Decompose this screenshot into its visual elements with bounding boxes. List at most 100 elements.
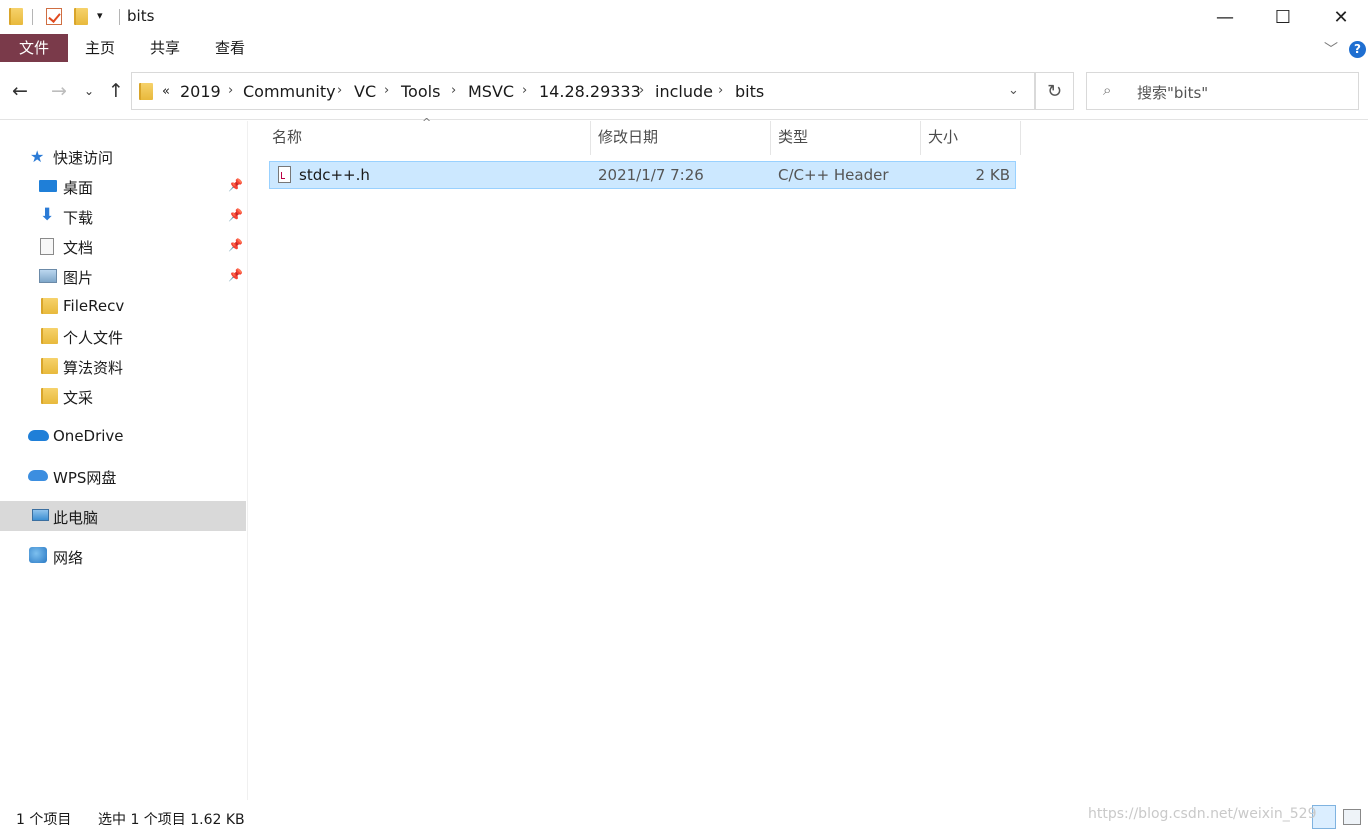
sidebar-item-label: 算法资料 <box>63 359 124 377</box>
item-count: 1 个项目 <box>16 812 72 828</box>
sidebar-item-label: 桌面 <box>63 179 94 197</box>
search-input[interactable]: ⌕ 搜索"bits" <box>1086 72 1359 110</box>
chevron-right-icon[interactable]: › <box>337 83 342 98</box>
forward-arrow-icon[interactable]: → <box>51 80 67 102</box>
file-modified: 2021/1/7 7:26 <box>598 166 704 184</box>
column-header-modified[interactable]: 修改日期 <box>591 121 771 155</box>
breadcrumb-bits[interactable]: bits <box>735 82 764 101</box>
sidebar-item-pictures[interactable]: 图片 📌 <box>0 261 246 291</box>
sidebar-item-desktop[interactable]: 桌面 📌 <box>0 171 246 201</box>
cloud-icon <box>28 430 49 441</box>
download-icon: ⬇ <box>40 205 55 225</box>
divider <box>32 9 33 25</box>
desktop-icon <box>39 180 57 192</box>
chevron-right-icon[interactable]: › <box>384 83 389 98</box>
ribbon-tabs: 文件 主页 共享 查看 ﹀ ? <box>0 34 1368 66</box>
table-row[interactable]: stdc++.h 2021/1/7 7:26 C/C++ Header 2 KB <box>269 161 1016 189</box>
sidebar-item-quick-access[interactable]: ★ 快速访问 <box>0 141 246 171</box>
expand-ribbon-icon[interactable]: ﹀ <box>1324 39 1338 59</box>
cloud-icon <box>28 470 48 481</box>
navigation-pane: ★ 快速访问 桌面 📌 ⬇ 下载 📌 文档 📌 图片 📌 FileRecv 个人… <box>0 121 248 800</box>
sidebar-item-label: 个人文件 <box>63 329 124 347</box>
file-size: 2 KB <box>975 166 1010 184</box>
sidebar-item-onedrive[interactable]: OneDrive <box>0 421 246 451</box>
breadcrumb-tools[interactable]: Tools <box>401 82 440 101</box>
header-file-mark <box>281 172 285 179</box>
sidebar-item-label: 文采 <box>63 389 94 407</box>
file-name: stdc++.h <box>299 166 370 184</box>
search-icon: ⌕ <box>1103 81 1112 99</box>
sidebar-item-network[interactable]: 网络 <box>0 541 246 571</box>
sidebar-item-documents[interactable]: 文档 📌 <box>0 231 246 261</box>
folder-icon <box>9 8 23 25</box>
recent-locations-chevron-icon[interactable]: ⌄ <box>84 84 94 98</box>
customize-quick-access-icon[interactable]: ▾ <box>97 9 103 22</box>
breadcrumb-community[interactable]: Community <box>243 82 336 101</box>
column-header-type[interactable]: 类型 <box>771 121 921 155</box>
chevron-right-icon[interactable]: › <box>718 83 723 98</box>
column-header-size[interactable]: 大小 <box>921 121 1021 155</box>
sidebar-item-label: WPS网盘 <box>53 469 117 487</box>
sidebar-item-label: FileRecv <box>63 297 125 315</box>
tab-view[interactable]: 查看 <box>210 34 250 62</box>
breadcrumb-include[interactable]: include <box>655 82 713 101</box>
sidebar-item-label: 网络 <box>53 549 84 567</box>
header-file-icon <box>278 166 291 183</box>
address-bar[interactable]: « 2019 › Community › VC › Tools › MSVC ›… <box>131 72 1035 110</box>
selection-info: 选中 1 个项目 1.62 KB <box>98 812 245 828</box>
help-icon[interactable]: ? <box>1349 41 1366 58</box>
breadcrumb-version[interactable]: 14.28.29333 <box>539 82 641 101</box>
network-icon <box>29 547 47 563</box>
sidebar-item-label: 快速访问 <box>53 149 114 167</box>
new-folder-icon[interactable] <box>74 8 88 25</box>
back-arrow-icon[interactable]: ← <box>12 80 28 102</box>
breadcrumb-overflow[interactable]: « <box>162 84 170 99</box>
title-bar: ▾ bits — ☐ ✕ <box>0 0 1368 34</box>
column-header-name[interactable]: 名称 <box>265 121 591 155</box>
folder-icon <box>41 328 58 344</box>
sidebar-item-label: OneDrive <box>53 427 124 445</box>
sidebar-item-downloads[interactable]: ⬇ 下载 📌 <box>0 201 246 231</box>
pin-icon[interactable]: 📌 <box>228 238 243 252</box>
sidebar-item-label: 下载 <box>63 209 94 227</box>
up-arrow-icon[interactable]: ↑ <box>108 80 124 102</box>
navigation-bar: ← → ⌄ ↑ « 2019 › Community › VC › Tools … <box>0 66 1368 120</box>
close-button[interactable]: ✕ <box>1312 0 1368 34</box>
folder-icon <box>41 298 58 314</box>
tab-share[interactable]: 共享 <box>145 34 185 62</box>
tab-file[interactable]: 文件 <box>0 34 68 62</box>
large-icons-view-button[interactable] <box>1343 809 1361 825</box>
sidebar-item-wps-drive[interactable]: WPS网盘 <box>0 461 246 491</box>
sidebar-item-personal-files[interactable]: 个人文件 <box>0 321 246 351</box>
tab-home[interactable]: 主页 <box>80 34 120 62</box>
chevron-right-icon[interactable]: › <box>522 83 527 98</box>
maximize-button[interactable]: ☐ <box>1254 0 1312 34</box>
address-dropdown-chevron-icon[interactable]: ⌄ <box>1008 83 1019 98</box>
pin-icon[interactable]: 📌 <box>228 268 243 282</box>
refresh-button[interactable]: ↻ <box>1035 72 1074 110</box>
sidebar-item-this-pc[interactable]: 此电脑 <box>0 501 246 531</box>
folder-icon <box>41 358 58 374</box>
folder-icon <box>139 83 153 100</box>
sidebar-item-label: 文档 <box>63 239 94 257</box>
breadcrumb-2019[interactable]: 2019 <box>180 82 221 101</box>
breadcrumb-msvc[interactable]: MSVC <box>468 82 514 101</box>
sidebar-item-algorithm-materials[interactable]: 算法资料 <box>0 351 246 381</box>
document-icon <box>40 238 54 255</box>
breadcrumb-vc[interactable]: VC <box>354 82 376 101</box>
refresh-icon: ↻ <box>1046 80 1063 102</box>
minimize-button[interactable]: — <box>1196 0 1254 34</box>
sidebar-item-label: 图片 <box>63 269 94 287</box>
pin-icon[interactable]: 📌 <box>228 208 243 222</box>
properties-icon[interactable] <box>46 8 62 25</box>
computer-icon <box>32 509 49 521</box>
sidebar-item-wencai[interactable]: 文采 <box>0 381 246 411</box>
pin-icon[interactable]: 📌 <box>228 178 243 192</box>
chevron-right-icon[interactable]: › <box>639 83 644 98</box>
sidebar-item-filerecv[interactable]: FileRecv <box>0 291 246 321</box>
chevron-right-icon[interactable]: › <box>451 83 456 98</box>
file-type: C/C++ Header <box>778 166 889 184</box>
folder-icon <box>41 388 58 404</box>
chevron-right-icon[interactable]: › <box>228 83 233 98</box>
star-icon: ★ <box>30 147 45 166</box>
